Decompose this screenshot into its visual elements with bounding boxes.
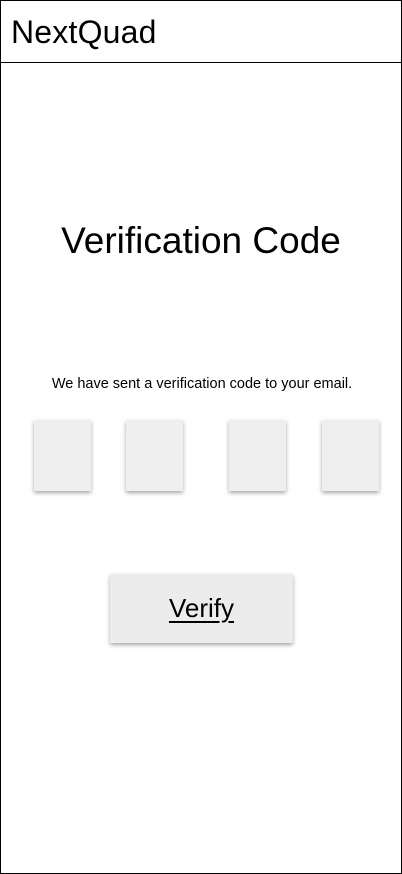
app-frame: NextQuad Verification Code We have sent … xyxy=(0,0,402,874)
instruction-text: We have sent a verification code to your… xyxy=(51,376,353,392)
page-title: Verification Code xyxy=(61,220,341,261)
header-bar: NextQuad xyxy=(1,1,401,63)
code-digit-1-input[interactable] xyxy=(34,420,91,491)
app-title: NextQuad xyxy=(11,14,157,50)
code-digit-4-input[interactable] xyxy=(322,420,379,491)
code-digit-2-input[interactable] xyxy=(126,420,183,491)
verify-button[interactable]: Verify xyxy=(110,574,293,643)
code-digit-3-input[interactable] xyxy=(229,420,286,491)
